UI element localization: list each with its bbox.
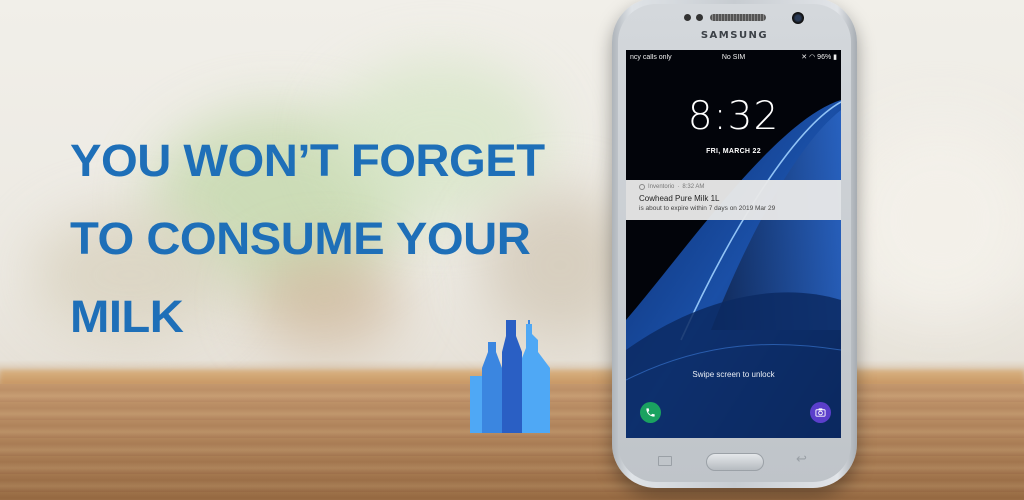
- expiry-notification[interactable]: Inventorio · 8:32 AM Cowhead Pure Milk 1…: [626, 180, 841, 220]
- phone-brand-label: SAMSUNG: [700, 30, 769, 41]
- camera-icon[interactable]: [810, 402, 831, 423]
- proximity-sensor: [684, 14, 691, 21]
- sim-status: No SIM: [721, 53, 746, 61]
- mute-icon: ✕: [801, 54, 808, 61]
- phone-dial-icon[interactable]: [640, 402, 661, 423]
- bottles-logo: [470, 320, 550, 433]
- notification-body: is about to expire within 7 days on 2019…: [639, 205, 776, 212]
- light-sensor: [696, 14, 703, 21]
- lock-date: FRI, MARCH 22: [706, 148, 761, 155]
- headline-line-1: YOU WON’T FORGET: [70, 135, 545, 186]
- swipe-hint: Swipe screen to unlock: [692, 370, 775, 379]
- home-button[interactable]: [706, 453, 764, 471]
- notification-title: Cowhead Pure Milk 1L: [639, 194, 720, 203]
- status-bar: ncy calls only No SIM ✕ ◠ 96% ▮: [626, 50, 841, 64]
- earpiece: [710, 14, 766, 21]
- battery-icon: ▮: [833, 54, 837, 61]
- notification-separator: ·: [677, 184, 680, 190]
- notification-app-name: Inventorio: [648, 184, 675, 190]
- battery-percent: 96%: [817, 54, 832, 61]
- headline-line-2: TO CONSUME YOUR: [70, 213, 531, 264]
- carrier-status: ncy calls only: [630, 53, 672, 61]
- notification-app-icon: [639, 184, 645, 190]
- front-camera: [792, 12, 804, 24]
- wifi-icon: ◠: [809, 54, 816, 61]
- phone-device: SAMSUNG ncy calls only No SIM ✕ ◠ 96% ▮ …: [612, 0, 857, 488]
- lock-clock: 8:32: [687, 94, 780, 139]
- back-key[interactable]: ↩: [796, 452, 807, 467]
- recent-apps-key[interactable]: [658, 456, 672, 466]
- lock-screen[interactable]: ncy calls only No SIM ✕ ◠ 96% ▮ 8:32 FRI…: [626, 50, 841, 438]
- status-icons: ✕ ◠ 96% ▮: [768, 53, 837, 61]
- notification-time: 8:32 AM: [682, 184, 705, 190]
- notification-header: Inventorio · 8:32 AM: [639, 184, 828, 190]
